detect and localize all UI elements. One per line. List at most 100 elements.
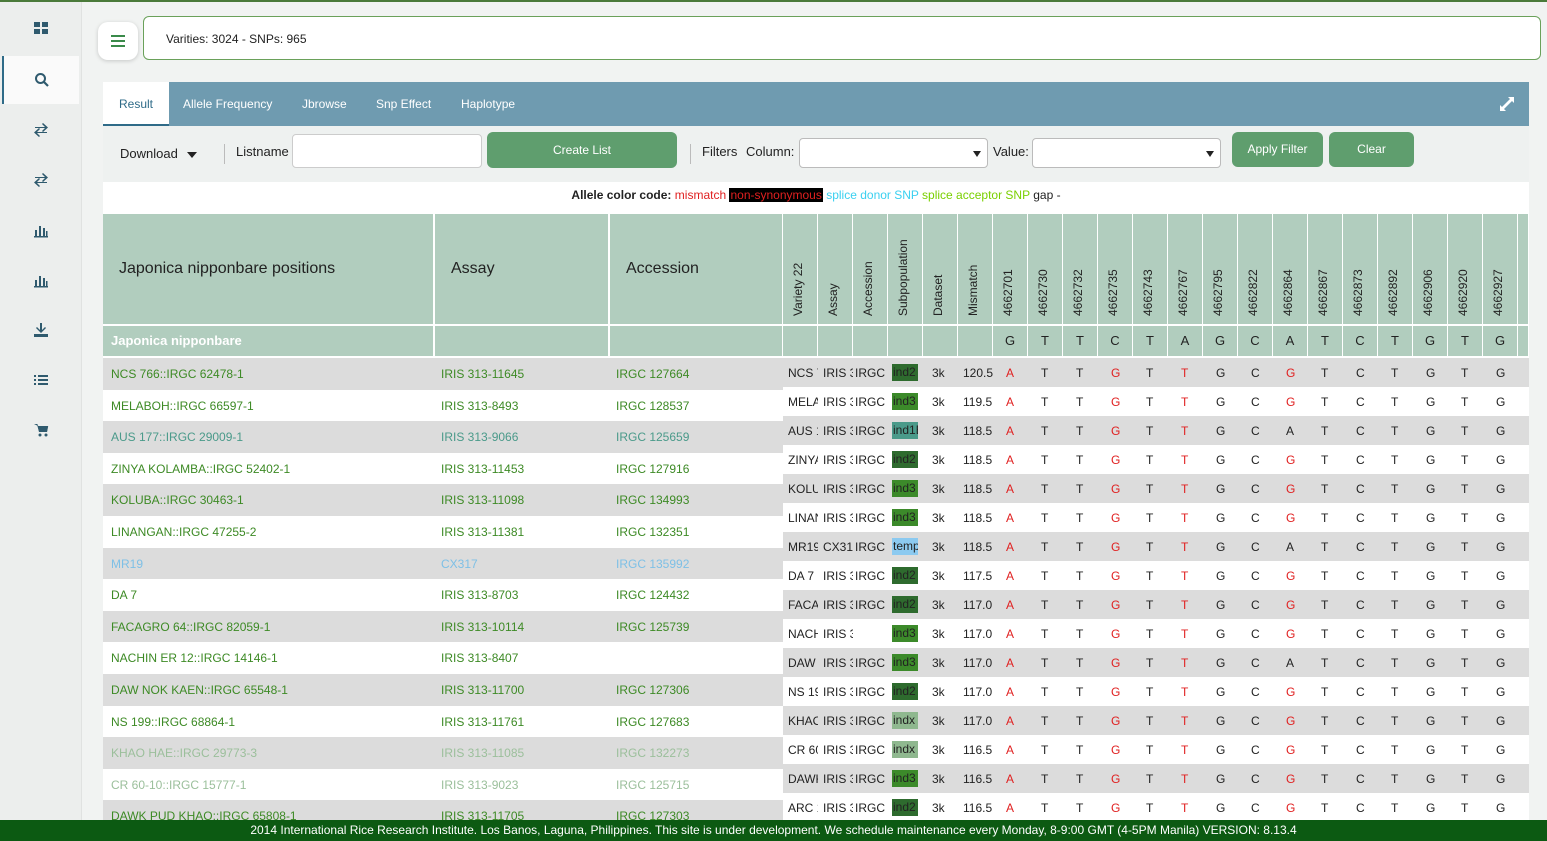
reference-allele: G: [1203, 326, 1238, 356]
swap-icon[interactable]: [2, 106, 79, 154]
expand-icon[interactable]: [1499, 96, 1515, 112]
cell-acc: IRGC 124432: [616, 588, 690, 603]
tab-jbrowse[interactable]: Jbrowse: [286, 82, 363, 126]
sidebar: [0, 2, 82, 820]
cell-name: KHAO HAE::IRGC 29773-3: [111, 746, 258, 761]
cell-allele: T: [1076, 424, 1084, 438]
cell-allele: G: [1496, 569, 1506, 583]
tab-result[interactable]: Result: [103, 82, 170, 126]
column-header[interactable]: 4662864: [1273, 214, 1308, 324]
cell-allele: T: [1076, 772, 1084, 786]
table-row[interactable]: NCS 766::IRGC 62478-1 IRIS 313-11645 IRGC …: [103, 358, 783, 390]
column-header[interactable]: Accession: [853, 214, 888, 324]
column-header[interactable]: Mismatch: [958, 214, 993, 324]
table-row[interactable]: KHAO HAE::IRGC 29773-3 IRIS 313-11085 IRGC…: [103, 737, 783, 769]
genotype-row[interactable]: MR19 CX317IRGC temp 3k 118.5 A T T G T T G C A T C T G T G: [783, 532, 1529, 561]
column-header[interactable]: 4662873: [1343, 214, 1378, 324]
listname-input[interactable]: [292, 134, 482, 168]
table-row[interactable]: MR19 CX317 IRGC 135992: [103, 547, 783, 580]
bar-chart-icon[interactable]: [2, 206, 79, 254]
table-row[interactable]: NACHIN ER 12::IRGC 14146-1 IRIS 313-8407: [103, 642, 783, 674]
column-header[interactable]: 4662732: [1063, 214, 1098, 324]
create-list-button[interactable]: Create List: [487, 132, 677, 168]
cell-allele: C: [1356, 424, 1365, 438]
column-header[interactable]: 4662927: [1483, 214, 1518, 324]
column-header[interactable]: Dataset: [923, 214, 958, 324]
cell-dataset: 3k: [932, 598, 945, 612]
value-select[interactable]: [1032, 138, 1221, 168]
cell-accession: IRGC: [855, 656, 885, 670]
cell-allele: T: [1321, 424, 1329, 438]
bar-chart-icon-2[interactable]: [2, 256, 79, 304]
genotype-row[interactable]: CR 60-10 IRIS 313IRGC indx 3k 116.5 A T T G T T G C G…: [783, 735, 1529, 764]
search-icon[interactable]: [2, 56, 79, 104]
dashboard-icon[interactable]: [2, 4, 79, 52]
table-row[interactable]: DAW NOK KAEN::IRGC 65548-1 IRIS 313-11700…: [103, 674, 783, 706]
genotype-row[interactable]: ARC 1 IRIS 313IRGC ind2 3k 116.5 A T T G T T G C G T C T…: [783, 793, 1529, 822]
column-select[interactable]: [799, 138, 988, 168]
column-header[interactable]: 4662730: [1028, 214, 1063, 324]
genotype-row[interactable]: AUS 177 IRIS 313IRGC ind1B 3k 118.5 A T T G T T G C A…: [783, 416, 1529, 445]
genotype-row[interactable]: MELABOH IRIS 313IRGC ind3 3k 119.5 A T T G T T G C G T…: [783, 387, 1529, 416]
genotype-row[interactable]: NS 199 IRIS 313IRGC ind2 3k 117.0 A T T G T T G C G T C…: [783, 677, 1529, 706]
column-header[interactable]: Variety 22: [783, 214, 818, 324]
table-row[interactable]: NS 199::IRGC 68864-1 IRIS 313-11761 IRGC 1…: [103, 705, 783, 738]
genotype-row[interactable]: NACHIN IRIS 313 ind3 3k 117.0 A T T G T T G C G T C T G T G: [783, 619, 1529, 648]
table-row[interactable]: AUS 177::IRGC 29009-1 IRIS 313-9066 IRGC 1…: [103, 421, 783, 453]
column-header[interactable]: 4662920: [1448, 214, 1483, 324]
column-header[interactable]: 4662743: [1133, 214, 1168, 324]
genotype-row[interactable]: KOLUBA IRIS 313IRGC ind3 3k 118.5 A T T G T T G C G T C…: [783, 474, 1529, 503]
table-row[interactable]: DA 7 IRIS 313-8703 IRGC 124432: [103, 579, 783, 611]
table-row[interactable]: ZINYA KOLAMBA::IRGC 52402-1 IRIS 313-1145…: [103, 452, 783, 485]
cell-name: LINANGAN::IRGC 47255-2: [111, 525, 257, 539]
cell-dataset: 3k: [932, 685, 945, 699]
table-row[interactable]: KOLUBA::IRGC 30463-1 IRIS 313-11098 IRGC 1…: [103, 484, 783, 516]
column-header[interactable]: 4662867: [1308, 214, 1343, 324]
column-header[interactable]: 4662735: [1098, 214, 1133, 324]
table-row[interactable]: LINANGAN::IRGC 47255-2 IRIS 313-11381 IRGC…: [103, 516, 783, 548]
tab-snp-effect[interactable]: Snp Effect: [360, 82, 447, 126]
cell-allele: T: [1181, 598, 1189, 612]
column-header[interactable]: 4662767: [1168, 214, 1203, 324]
cell-allele: G: [1496, 366, 1506, 380]
tab-allele-frequency[interactable]: Allele Frequency: [167, 82, 288, 126]
column-header[interactable]: Assay: [818, 214, 853, 324]
clear-button[interactable]: Clear: [1329, 132, 1414, 167]
download-dropdown[interactable]: Download: [120, 146, 198, 161]
column-header[interactable]: 4662892: [1378, 214, 1413, 324]
swap-icon-2[interactable]: [2, 156, 79, 204]
cell-allele: C: [1251, 540, 1260, 554]
cell-allele: T: [1391, 743, 1399, 757]
cell-allele: C: [1356, 714, 1365, 728]
cell-dataset: 3k: [932, 772, 945, 786]
cell-allele: T: [1181, 743, 1189, 757]
table-row[interactable]: CR 60-10::IRGC 15777-1 IRIS 313-9023 IRGC …: [103, 768, 783, 801]
cell-allele: T: [1391, 395, 1399, 409]
cell-allele: A: [1006, 540, 1015, 554]
column-header-label: 4662795: [1211, 269, 1225, 316]
download-icon[interactable]: [2, 306, 79, 354]
column-header[interactable]: 4662701: [993, 214, 1028, 324]
genotype-row[interactable]: ZINYA IRIS 313IRGC ind2 3k 118.5 A T T G T T G C G T C T…: [783, 445, 1529, 474]
apply-filter-button[interactable]: Apply Filter: [1232, 132, 1323, 167]
cell-allele: C: [1356, 511, 1365, 525]
table-row[interactable]: FACAGRO 64::IRGC 82059-1 IRIS 313-10114 IR…: [103, 610, 783, 643]
menu-toggle-button[interactable]: [98, 22, 138, 60]
tab-haplotype[interactable]: Haplotype: [445, 82, 531, 126]
column-header[interactable]: 4662822: [1238, 214, 1273, 324]
genotype-row[interactable]: LINANGAN IRIS 313IRGC ind3 3k 118.5 A T T G T T G C G…: [783, 503, 1529, 532]
genotype-row[interactable]: DAW NOK IRIS 313IRGC ind3 3k 117.0 A T T G T T G C A T…: [783, 648, 1529, 677]
genotype-row[interactable]: DA 7 IRIS 313IRGC ind2 3k 117.5 A T T G T T G C G T C T G…: [783, 561, 1529, 590]
genotype-row[interactable]: FACAGRO IRIS 313IRGC ind2 3k 117.0 A T T G T T G C G T…: [783, 590, 1529, 619]
column-header[interactable]: 4662795: [1203, 214, 1238, 324]
list-icon[interactable]: [2, 356, 79, 404]
genotype-row[interactable]: KHAO HAE IRIS 313IRGC indx 3k 117.0 A T T G T T G C G…: [783, 706, 1529, 735]
cell-dataset: 3k: [932, 743, 945, 757]
genotype-row[interactable]: DAWK PUD IRIS 313IRGC ind3 3k 116.5 A T T G T T G C G…: [783, 764, 1529, 793]
cell-variety: ZINYA: [788, 453, 818, 467]
cart-icon[interactable]: [2, 406, 79, 454]
genotype-row[interactable]: NCS 766 IRIS 313IRGC ind2 3k 120.5 A T T G T T G C G T…: [783, 358, 1529, 387]
table-row[interactable]: MELABOH::IRGC 66597-1 IRIS 313-8493 IRGC 1…: [103, 389, 783, 422]
column-header[interactable]: Subpopulation: [888, 214, 923, 324]
column-header[interactable]: 4662906: [1413, 214, 1448, 324]
